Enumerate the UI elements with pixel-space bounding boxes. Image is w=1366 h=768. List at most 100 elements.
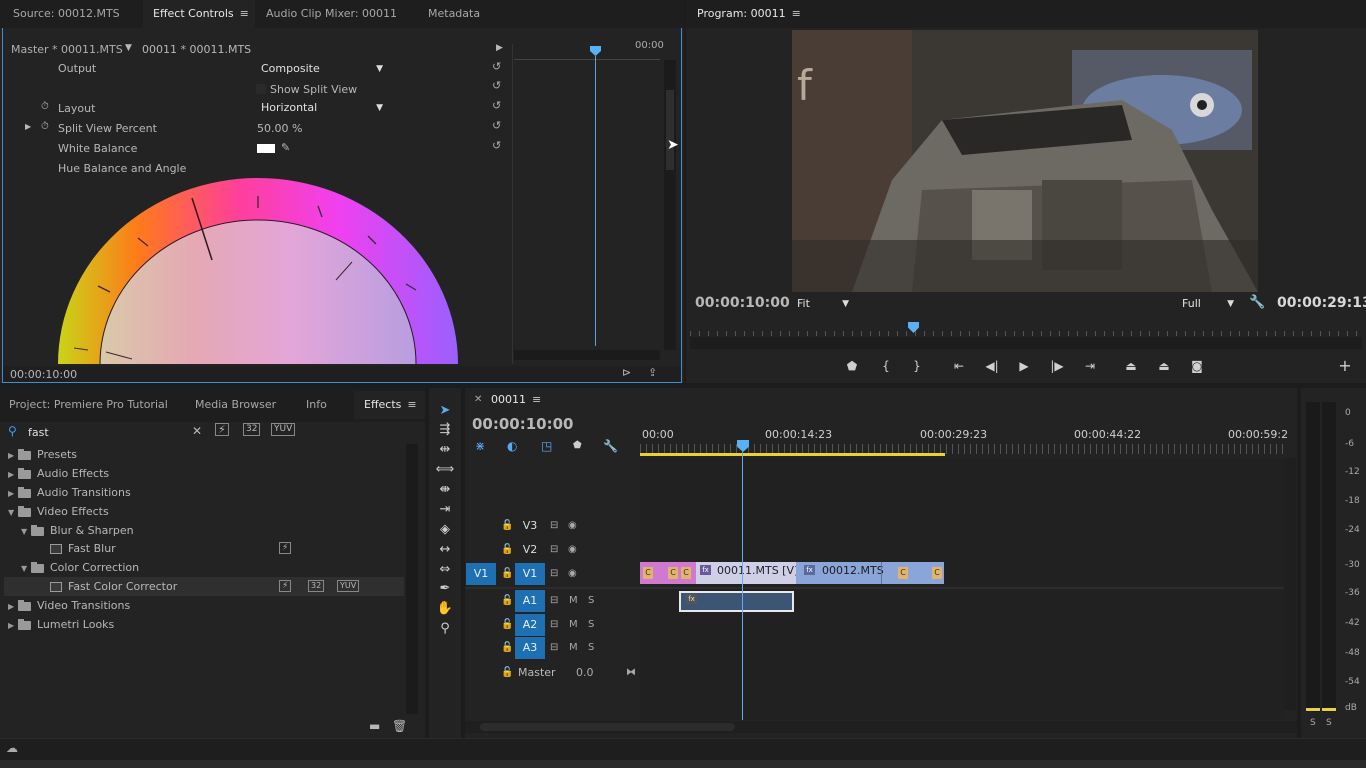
tab-project[interactable]: Project: Premiere Pro Tutorial — [9, 391, 168, 419]
go-to-in-icon[interactable]: ⇤ — [950, 357, 968, 375]
creative-cloud-icon[interactable]: ☁ — [6, 741, 18, 755]
lock-icon[interactable]: 🔓 — [501, 515, 513, 537]
slip-tool-icon[interactable]: ◈ — [435, 521, 455, 539]
lock-icon[interactable]: 🔓 — [501, 539, 513, 561]
tree-item-audio-transitions[interactable]: ▶ Audio Transitions — [8, 484, 131, 502]
eye-icon[interactable]: ◉ — [568, 539, 577, 561]
step-forward-icon[interactable]: |▶ — [1048, 357, 1066, 375]
master-volume-value[interactable]: 0.0 — [576, 662, 594, 684]
tab-metadata[interactable]: Metadata — [428, 0, 480, 28]
tree-item-color-correction[interactable]: ▼ Color Correction — [21, 559, 139, 577]
step-back-icon[interactable]: ◀| — [983, 357, 1001, 375]
track-select-tool-icon[interactable]: ⇶ — [435, 421, 455, 439]
timeline-timecode[interactable]: 00:00:10:00 — [472, 415, 574, 433]
panel-menu-icon[interactable]: ≡ — [792, 0, 801, 28]
sync-lock-icon[interactable]: ⊟ — [550, 614, 558, 636]
marker-icon[interactable]: ⬟ — [573, 440, 582, 451]
sync-lock-icon[interactable]: ⊟ — [550, 590, 558, 612]
reset-icon[interactable]: ↺ — [492, 120, 504, 132]
clear-search-icon[interactable]: ✕ — [192, 424, 202, 438]
meter-solo-right[interactable]: S — [1326, 718, 1332, 728]
reset-icon[interactable]: ↺ — [492, 80, 504, 92]
tab-sequence[interactable]: 00011 ≡ — [491, 388, 541, 412]
v1-clip-pink[interactable]: C C C — [640, 562, 696, 584]
lock-icon[interactable]: 🔓 — [501, 563, 513, 585]
timeline-h-scroll[interactable] — [465, 721, 1297, 733]
play-icon[interactable]: ▶ — [1015, 357, 1033, 375]
wrench-icon[interactable]: 🔧 — [1249, 295, 1265, 310]
v1-clip-00011[interactable]: fx 00011.MTS [V] — [696, 562, 798, 584]
tab-audio-clip-mixer[interactable]: Audio Clip Mixer: 00011 — [266, 0, 397, 28]
accelerated-effects-icon[interactable]: ⚡ — [215, 423, 229, 436]
track-a3-label[interactable]: A3 — [515, 637, 545, 659]
timeline-v-scroll[interactable] — [1284, 458, 1296, 710]
tree-item-presets[interactable]: ▶ Presets — [8, 446, 77, 464]
tab-info[interactable]: Info — [306, 391, 327, 419]
tab-effect-controls[interactable]: Effect Controls ≡ — [143, 0, 255, 28]
sync-lock-icon[interactable]: ⊟ — [550, 637, 558, 659]
source-patch-v1[interactable]: V1 — [466, 563, 496, 585]
sync-lock-icon[interactable]: ⊟ — [550, 539, 558, 561]
eye-icon[interactable]: ◉ — [568, 515, 577, 537]
lift-icon[interactable]: ⏏ — [1122, 357, 1140, 375]
master-dropdown-icon[interactable]: ▼ — [125, 43, 132, 53]
lock-icon[interactable]: 🔓 — [501, 662, 513, 684]
solo-button[interactable]: S — [588, 637, 594, 659]
tree-item-audio-effects[interactable]: ▶ Audio Effects — [8, 465, 109, 483]
delete-icon[interactable]: 🗑 — [392, 719, 407, 733]
mini-h-scrollbar[interactable] — [514, 350, 660, 360]
effects-search-input[interactable] — [28, 425, 188, 440]
lock-icon[interactable]: 🔓 — [501, 590, 513, 612]
solo-button[interactable]: S — [588, 614, 594, 636]
filter-icon[interactable]: ⊳ — [622, 366, 631, 379]
add-marker-timeline-icon[interactable]: ◳ — [541, 439, 552, 453]
tree-item-fast-color-corrector[interactable]: Fast Color Corrector — [50, 578, 177, 596]
tree-item-blur-sharpen[interactable]: ▼ Blur & Sharpen — [21, 522, 134, 540]
sequence-clip-label[interactable]: 00011 * 00011.MTS — [142, 43, 251, 56]
rate-stretch-tool-icon[interactable]: ⇼ — [435, 481, 455, 499]
pen-tool-icon[interactable]: ⇔ — [435, 561, 455, 579]
fit-dropdown[interactable]: Fit ▼ — [797, 296, 849, 312]
track-a2-label[interactable]: A2 — [515, 614, 545, 636]
program-zoom-bar[interactable] — [690, 337, 1362, 349]
sync-lock-icon[interactable]: ⊟ — [550, 563, 558, 585]
mute-button[interactable]: M — [569, 614, 578, 636]
eyedropper-icon[interactable]: ✎ — [281, 141, 290, 154]
zoom-tool-icon[interactable]: ⚲ — [435, 620, 455, 638]
expand-arrow-icon[interactable]: ▶ — [496, 43, 503, 53]
tab-program[interactable]: Program: 00011 ≡ — [697, 0, 801, 28]
split-view-percent-value[interactable]: 50.00 % — [257, 122, 302, 135]
slide-tool-icon[interactable]: ↔ — [435, 541, 455, 559]
tab-effects[interactable]: Effects ≡ — [354, 391, 425, 419]
timeline-close-icon[interactable]: ✕ — [474, 388, 482, 412]
yuv-effects-icon[interactable]: YUV — [271, 423, 296, 436]
hand-tool-icon[interactable]: ✋ — [435, 600, 455, 618]
effect-controls-scrollbar[interactable] — [664, 60, 676, 350]
expand-triangle-icon[interactable]: ▶ — [25, 122, 31, 131]
v1-clip-00012[interactable]: fx 00012.MTS C C — [796, 562, 944, 584]
timeline-settings-icon[interactable]: 🔧 — [603, 439, 618, 453]
lock-icon[interactable]: 🔓 — [501, 614, 513, 636]
reset-icon[interactable]: ↺ — [492, 140, 504, 152]
a1-clip[interactable]: fx — [679, 591, 794, 612]
quality-dropdown[interactable]: Full ▼ — [1182, 296, 1234, 312]
export-frame-icon[interactable]: ◙ — [1188, 357, 1206, 375]
add-button-icon[interactable]: + — [1336, 357, 1354, 375]
snap-icon[interactable]: ⋇ — [475, 439, 485, 453]
timeline-h-scroll-thumb[interactable] — [480, 723, 735, 731]
meter-solo-left[interactable]: S — [1310, 718, 1316, 728]
panel-menu-icon[interactable]: ≡ — [407, 391, 416, 419]
program-current-timecode[interactable]: 00:00:10:00 — [695, 295, 790, 311]
tree-item-video-transitions[interactable]: ▶ Video Transitions — [8, 597, 130, 615]
track-v2-label[interactable]: V2 — [515, 539, 545, 561]
reset-icon[interactable]: ↺ — [492, 100, 504, 112]
layout-dropdown[interactable]: Horizontal ▼ — [261, 100, 383, 116]
linked-selection-icon[interactable]: ◐ — [507, 439, 517, 453]
selection-tool-icon[interactable]: ➤ — [435, 402, 455, 420]
program-time-ruler[interactable] — [690, 322, 1362, 336]
eye-icon[interactable]: ◉ — [568, 563, 577, 585]
mute-button[interactable]: M — [569, 590, 578, 612]
32bit-effects-icon[interactable]: 32 — [243, 423, 261, 436]
stopwatch-icon[interactable]: ⏱ — [41, 101, 49, 112]
effects-scrollbar[interactable] — [406, 444, 418, 714]
